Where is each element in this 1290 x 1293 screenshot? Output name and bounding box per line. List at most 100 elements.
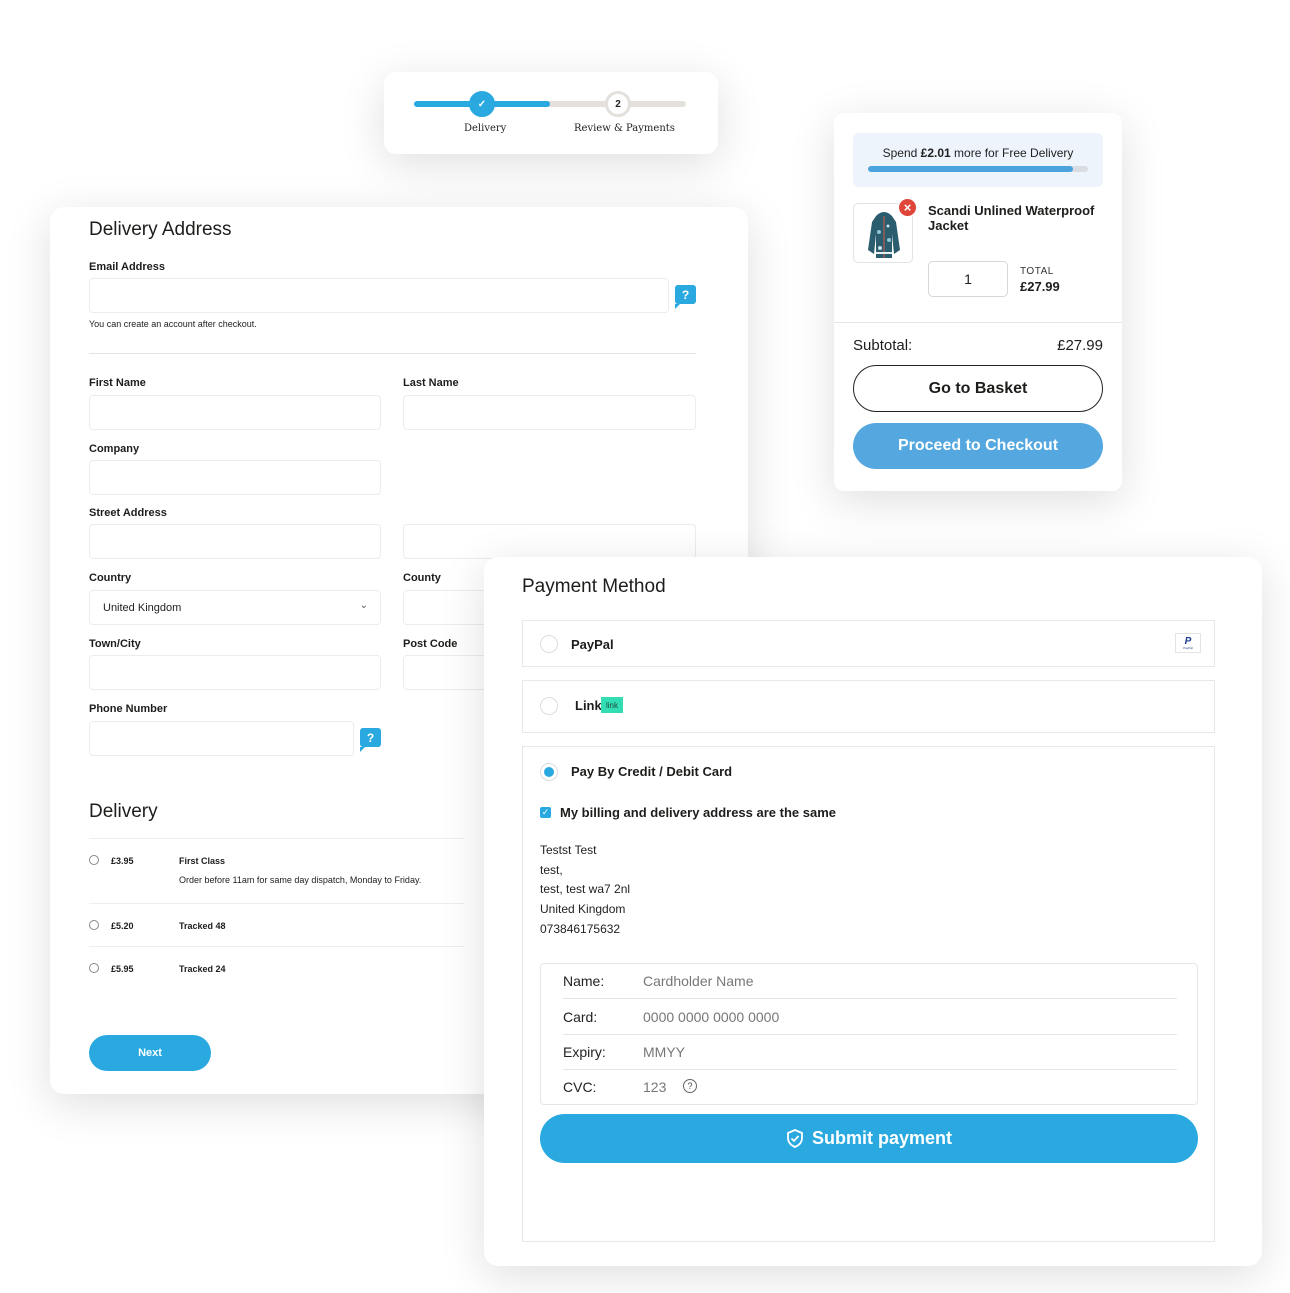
expiry-label: Expiry: xyxy=(563,1044,606,1060)
company-field[interactable] xyxy=(89,460,381,495)
delivery-divider xyxy=(89,946,464,947)
delivery-option-price: £3.95 xyxy=(111,856,134,866)
cardholder-name-input[interactable]: Cardholder Name xyxy=(643,973,754,989)
checkout-stepper: ✓ 2 Delivery Review & Payments xyxy=(384,72,718,154)
delivery-option-name: Tracked 24 xyxy=(179,964,226,974)
email-field[interactable] xyxy=(89,278,669,313)
item-total-value: £27.99 xyxy=(1020,279,1060,294)
delivery-divider xyxy=(89,903,464,904)
cart-divider xyxy=(834,322,1122,323)
paypal-label: PayPal xyxy=(571,637,614,652)
chevron-down-icon: ⌄ xyxy=(359,600,368,611)
cvc-label: CVC: xyxy=(563,1079,597,1095)
email-label: Email Address xyxy=(89,261,166,273)
company-label: Company xyxy=(89,443,140,455)
email-hint: You can create an account after checkout… xyxy=(89,319,257,329)
delivery-divider xyxy=(89,838,464,839)
product-name[interactable]: Scandi Unlined Waterproof Jacket xyxy=(928,203,1108,233)
first-name-label: First Name xyxy=(89,377,146,389)
last-name-field[interactable] xyxy=(403,395,696,430)
free-delivery-amount: £2.01 xyxy=(920,146,951,160)
first-name-field[interactable] xyxy=(89,395,381,430)
billing-address-line: United Kingdom xyxy=(540,902,626,916)
delivery-title: Delivery xyxy=(89,801,158,822)
email-help-icon[interactable]: ? xyxy=(675,285,696,309)
card-number-row[interactable]: Card: 0000 0000 0000 0000 xyxy=(563,1000,1177,1035)
phone-field[interactable] xyxy=(89,721,354,756)
same-address-checkbox[interactable]: ✓ xyxy=(540,807,551,818)
delivery-option-radio[interactable] xyxy=(89,855,99,865)
next-button[interactable]: Next xyxy=(89,1035,211,1071)
phone-help-icon[interactable]: ? xyxy=(360,728,381,752)
phone-label: Phone Number xyxy=(89,703,168,715)
link-label: Link xyxy=(575,698,602,713)
item-total-label: TOTAL xyxy=(1020,266,1054,277)
step-delivery-check-icon[interactable]: ✓ xyxy=(469,91,495,117)
expiry-input[interactable]: MMYY xyxy=(643,1044,685,1060)
street-address-field-2[interactable] xyxy=(403,524,696,559)
payment-option-link[interactable]: Link link xyxy=(522,680,1215,733)
payment-option-paypal[interactable]: PayPal P PayPal xyxy=(522,620,1215,667)
link-radio[interactable] xyxy=(540,697,558,715)
subtotal-label: Subtotal: xyxy=(853,337,913,354)
billing-address-line: test, test wa7 2nl xyxy=(540,882,631,896)
same-address-label[interactable]: My billing and delivery address are the … xyxy=(560,805,836,820)
delivery-option-name: Tracked 48 xyxy=(179,921,226,931)
card-form: Name: Cardholder Name Card: 0000 0000 00… xyxy=(540,963,1198,1105)
delivery-option-price: £5.20 xyxy=(111,921,134,931)
street-address-label: Street Address xyxy=(89,507,167,519)
mini-cart: Spend £2.01 more for Free Delivery × Sca… xyxy=(834,113,1122,491)
expiry-row[interactable]: Expiry: MMYY xyxy=(563,1035,1177,1070)
quantity-input[interactable]: 1 xyxy=(928,261,1008,297)
free-delivery-banner: Spend £2.01 more for Free Delivery xyxy=(853,133,1103,187)
cvc-help-icon[interactable]: ? xyxy=(683,1079,697,1093)
step-review-label: Review & Payments xyxy=(574,123,675,134)
cvc-row[interactable]: CVC: 123 ? xyxy=(563,1070,1177,1105)
delivery-option-radio[interactable] xyxy=(89,963,99,973)
free-delivery-progress xyxy=(868,166,1088,172)
free-delivery-prefix: Spend xyxy=(882,146,921,160)
paypal-logo-icon: P PayPal xyxy=(1175,633,1201,653)
go-to-basket-button[interactable]: Go to Basket xyxy=(853,365,1103,412)
free-delivery-suffix: more for Free Delivery xyxy=(950,146,1074,160)
delivery-option-description: Order before 11am for same day dispatch,… xyxy=(179,875,422,885)
step-review-number: 2 xyxy=(605,91,631,117)
country-label: Country xyxy=(89,572,132,584)
subtotal-value: £27.99 xyxy=(1057,337,1103,354)
step-delivery-label[interactable]: Delivery xyxy=(464,123,506,134)
postcode-label: Post Code xyxy=(403,638,458,650)
payment-option-card[interactable]: Pay By Credit / Debit Card ✓ My billing … xyxy=(522,746,1215,1242)
country-value: United Kingdom xyxy=(103,602,182,614)
delivery-address-title: Delivery Address xyxy=(89,219,232,240)
card-radio[interactable] xyxy=(540,763,558,781)
billing-address-line: test, xyxy=(540,863,563,877)
payment-method-panel: Payment Method PayPal P PayPal Link link … xyxy=(484,557,1262,1266)
shield-check-icon xyxy=(787,1129,803,1148)
proceed-to-checkout-button[interactable]: Proceed to Checkout xyxy=(853,423,1103,469)
town-label: Town/City xyxy=(89,638,141,650)
card-number-input[interactable]: 0000 0000 0000 0000 xyxy=(643,1009,779,1025)
free-delivery-text: Spend £2.01 more for Free Delivery xyxy=(853,146,1103,160)
cardholder-name-label: Name: xyxy=(563,973,605,989)
country-select[interactable]: United Kingdom ⌄ xyxy=(89,590,381,625)
card-number-label: Card: xyxy=(563,1009,598,1025)
delivery-option-radio[interactable] xyxy=(89,920,99,930)
cardholder-name-row[interactable]: Name: Cardholder Name xyxy=(563,964,1177,999)
delivery-option-name: First Class xyxy=(179,856,226,866)
card-label: Pay By Credit / Debit Card xyxy=(571,764,733,779)
section-divider xyxy=(89,353,696,354)
payment-method-title: Payment Method xyxy=(522,576,666,597)
delivery-option-price: £5.95 xyxy=(111,964,134,974)
street-address-field-1[interactable] xyxy=(89,524,381,559)
free-delivery-progress-fill xyxy=(868,166,1073,172)
county-label: County xyxy=(403,572,441,584)
submit-payment-label: Submit payment xyxy=(811,1128,953,1148)
link-logo-icon: link xyxy=(601,697,623,713)
cvc-input[interactable]: 123 xyxy=(643,1079,666,1095)
submit-payment-button[interactable]: Submit payment xyxy=(540,1114,1198,1163)
paypal-radio[interactable] xyxy=(540,635,558,653)
remove-item-close-icon[interactable]: × xyxy=(898,198,917,217)
last-name-label: Last Name xyxy=(403,377,459,389)
town-field[interactable] xyxy=(89,655,381,690)
billing-address-line: 073846175632 xyxy=(540,922,621,936)
